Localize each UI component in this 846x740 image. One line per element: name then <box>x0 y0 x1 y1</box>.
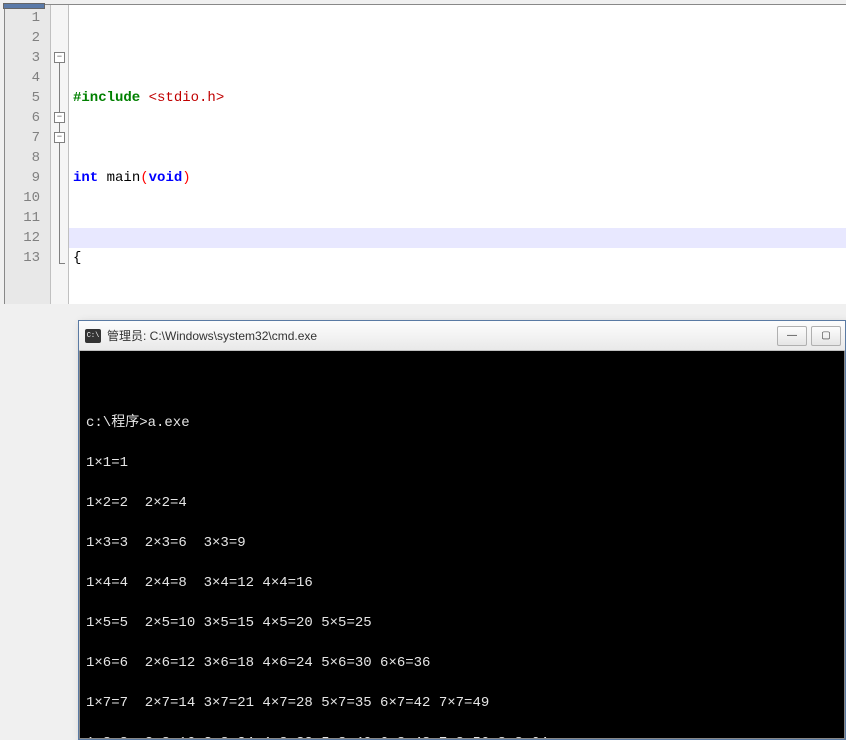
console-window[interactable]: C:\ 管理员: C:\Windows\system32\cmd.exe — ▢… <box>78 320 846 740</box>
fold-toggle-icon[interactable]: − <box>54 132 65 143</box>
console-line: 1×1=1 <box>86 453 838 473</box>
minimize-button[interactable]: — <box>777 326 807 346</box>
console-line: 1×4=4 2×4=8 3×4=12 4×4=16 <box>86 573 838 593</box>
fold-toggle-icon[interactable]: − <box>54 112 65 123</box>
console-line: 1×6=6 2×6=12 3×6=18 4×6=24 5×6=30 6×6=36 <box>86 653 838 673</box>
console-titlebar[interactable]: C:\ 管理员: C:\Windows\system32\cmd.exe — ▢ <box>79 321 845 351</box>
editor-tab[interactable] <box>3 3 45 9</box>
fold-toggle-icon[interactable]: − <box>54 52 65 63</box>
console-line: 1×8=8 2×8=16 3×8=24 4×8=32 5×8=40 6×8=48… <box>86 733 838 739</box>
line-number-gutter: 1 2 3 4 5 6 7 8 9 10 11 12 13 <box>5 5 51 304</box>
console-output[interactable]: c:\程序>a.exe 1×1=1 1×2=2 2×2=4 1×3=3 2×3=… <box>79 351 845 739</box>
console-line: 1×3=3 2×3=6 3×3=9 <box>86 533 838 553</box>
code-editor[interactable]: 1 2 3 4 5 6 7 8 9 10 11 12 13 − − − #inc… <box>4 4 846 304</box>
console-line: 1×5=5 2×5=10 3×5=15 4×5=20 5×5=25 <box>86 613 838 633</box>
cmd-icon: C:\ <box>85 329 101 343</box>
current-line-highlight <box>69 228 846 248</box>
code-area[interactable]: #include <stdio.h> int main(void) { int … <box>69 5 846 304</box>
maximize-button[interactable]: ▢ <box>811 326 841 346</box>
fold-gutter: − − − <box>51 5 69 304</box>
console-line: 1×7=7 2×7=14 3×7=21 4×7=28 5×7=35 6×7=42… <box>86 693 838 713</box>
console-line: c:\程序>a.exe <box>86 413 838 433</box>
console-line: 1×2=2 2×2=4 <box>86 493 838 513</box>
console-title: 管理员: C:\Windows\system32\cmd.exe <box>107 327 777 344</box>
